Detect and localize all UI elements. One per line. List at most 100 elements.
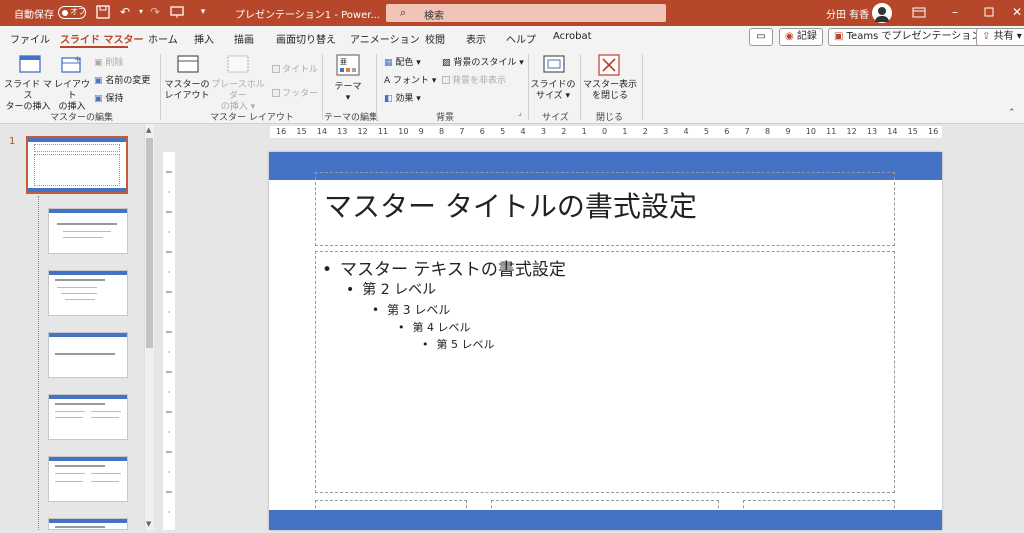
master-layout-label-2: レイアウト: [164, 91, 210, 101]
layout-thumbnail[interactable]: [48, 518, 128, 530]
record-button[interactable]: ◉ 記録: [779, 28, 823, 46]
document-title: プレゼンテーション1 - Power...: [235, 10, 380, 21]
tab-slide-master[interactable]: スライド マスター: [60, 31, 143, 46]
tab-view[interactable]: 表示: [466, 31, 486, 46]
title-checkbox[interactable]: タイトル: [272, 62, 318, 75]
background-styles-button[interactable]: ▨ 背景のスタイル ▾: [442, 55, 524, 68]
ruler-label: 3: [540, 127, 546, 136]
teams-present-button[interactable]: ▣ Teams でプレゼンテーション: [828, 28, 988, 46]
background-dialog-launcher-icon[interactable]: ⌟: [518, 108, 522, 117]
undo-icon[interactable]: ↶: [118, 5, 132, 19]
group-label-edit-theme: テーマの編集: [324, 113, 379, 123]
ruler-label: 14: [316, 127, 327, 136]
colors-label: 配色: [395, 58, 414, 68]
footer-checkbox[interactable]: フッター: [272, 86, 318, 99]
ruler-label: 5: [703, 127, 709, 136]
rename-label: 名前の変更: [105, 76, 151, 86]
ruler-label: 10: [398, 127, 409, 136]
title-placeholder[interactable]: マスター タイトルの書式設定: [315, 172, 895, 246]
insert-layout-button[interactable]: レイアウト の挿入: [50, 80, 94, 113]
slide-size-button[interactable]: スライドの サイズ ▾: [530, 80, 576, 102]
thumb-title-placeholder: [34, 144, 120, 152]
tab-acrobat[interactable]: Acrobat: [553, 31, 592, 42]
vertical-ruler: [163, 152, 175, 530]
layout-thumbnail[interactable]: [48, 208, 128, 254]
ribbon-separator: [642, 54, 643, 120]
layout-thumbnail[interactable]: [48, 394, 128, 440]
tab-home[interactable]: ホーム: [148, 31, 178, 46]
comments-button[interactable]: ▭: [749, 28, 773, 46]
ruler-label: 12: [357, 127, 368, 136]
tab-file[interactable]: ファイル: [10, 31, 50, 46]
autosave-toggle[interactable]: オフ: [58, 6, 86, 19]
scroll-up-icon[interactable]: ▲: [146, 126, 151, 134]
body-placeholder[interactable]: マスター テキストの書式設定 第 2 レベル 第 3 レベル 第 4 レベル 第…: [315, 251, 895, 493]
ruler-label: 2: [561, 127, 567, 136]
ruler-label: 8: [765, 127, 771, 136]
ruler-label: 10: [805, 127, 816, 136]
delete-button[interactable]: ▣ 削除: [94, 55, 123, 68]
effects-button[interactable]: ◧ 効果 ▾: [384, 91, 421, 104]
ribbon-separator: [160, 54, 161, 120]
close-master-view-button[interactable]: マスター表示 を閉じる: [582, 80, 638, 102]
ruler-label: 6: [724, 127, 730, 136]
title-bar: 自動保存 オフ ↶ ▾ ↷ ▾ プレゼンテーション1 - Power... ⌕ …: [0, 0, 1024, 26]
layout-thumbnail[interactable]: [48, 270, 128, 316]
close-icon[interactable]: ✕: [1010, 5, 1024, 19]
rename-button[interactable]: ▣ 名前の変更: [94, 73, 150, 86]
layout-thumbnail[interactable]: [48, 332, 128, 378]
svg-text:+: +: [74, 55, 82, 65]
colors-button[interactable]: ▦ 配色 ▾: [384, 55, 421, 68]
tab-draw[interactable]: 描画: [234, 31, 254, 46]
thumbnail-scrollbar[interactable]: ▲ ▼: [144, 124, 154, 530]
layout-thumbnail[interactable]: [48, 456, 128, 502]
group-label-size: サイズ: [542, 113, 569, 123]
collapse-ribbon-icon[interactable]: ⌃: [1008, 108, 1016, 118]
ruler-label: 1: [581, 127, 587, 136]
undo-dropdown-icon[interactable]: ▾: [134, 5, 148, 19]
search-box[interactable]: ⌕ 検索: [386, 4, 666, 22]
ribbon: スライド マス ターの挿入 + レイアウト の挿入 ▣ 削除 ▣ 名前の変更 ▣…: [0, 50, 1024, 124]
master-layout-icon: [176, 54, 199, 74]
insert-slide-master-button[interactable]: スライド マス ターの挿入: [4, 80, 52, 113]
ribbon-display-icon[interactable]: [912, 5, 926, 19]
master-layout-button[interactable]: マスターの レイアウト: [164, 80, 210, 102]
thumb-body-placeholder: [34, 154, 120, 186]
fonts-label: フォント: [393, 76, 430, 86]
fonts-button[interactable]: A フォント ▾: [384, 73, 436, 86]
insert-slide-master-icon: [18, 54, 41, 74]
insert-slide-master-label-2: ターの挿入: [5, 102, 51, 112]
tab-transitions[interactable]: 画面切り替え: [276, 31, 336, 46]
group-label-close: 閉じる: [596, 113, 624, 123]
tab-animations[interactable]: アニメーション: [350, 31, 420, 46]
theme-button[interactable]: テーマ ▾: [328, 82, 368, 104]
tab-help[interactable]: ヘルプ: [506, 31, 536, 46]
restore-icon[interactable]: [982, 5, 996, 19]
presentation-icon[interactable]: [170, 5, 184, 19]
search-input[interactable]: 検索: [424, 7, 444, 22]
close-master-view-label-2: を閉じる: [591, 91, 628, 101]
background-styles-icon: ▨: [442, 58, 451, 68]
insert-layout-label-1: レイアウト: [53, 80, 90, 101]
scroll-down-icon[interactable]: ▼: [146, 520, 151, 528]
insert-placeholder-button[interactable]: プレースホルダー の挿入 ▾: [208, 80, 268, 113]
preserve-button[interactable]: ▣ 保持: [94, 91, 123, 104]
customize-toolbar-icon[interactable]: ▾: [196, 5, 210, 19]
slide-master-canvas[interactable]: マスター タイトルの書式設定 マスター テキストの書式設定 第 2 レベル 第 …: [269, 152, 942, 530]
minimize-icon[interactable]: –: [948, 5, 962, 19]
ruler-label: 7: [744, 127, 750, 136]
save-icon[interactable]: [96, 5, 110, 19]
ruler-label: 7: [459, 127, 465, 136]
share-button[interactable]: ⇪ 共有 ▾: [976, 28, 1024, 46]
hide-background-checkbox[interactable]: 背景を非表示: [442, 73, 506, 86]
ruler-label: 15: [907, 127, 918, 136]
bullet-level-5: 第 5 レベル: [422, 336, 495, 352]
redo-icon[interactable]: ↷: [148, 5, 162, 19]
slide-size-icon: [542, 54, 565, 74]
tab-review[interactable]: 校閲: [425, 31, 445, 46]
avatar[interactable]: [872, 3, 892, 23]
insert-placeholder-icon: [226, 54, 249, 74]
master-thumbnail[interactable]: [26, 136, 128, 194]
tab-insert[interactable]: 挿入: [194, 31, 214, 46]
scrollbar-thumb[interactable]: [146, 138, 153, 348]
